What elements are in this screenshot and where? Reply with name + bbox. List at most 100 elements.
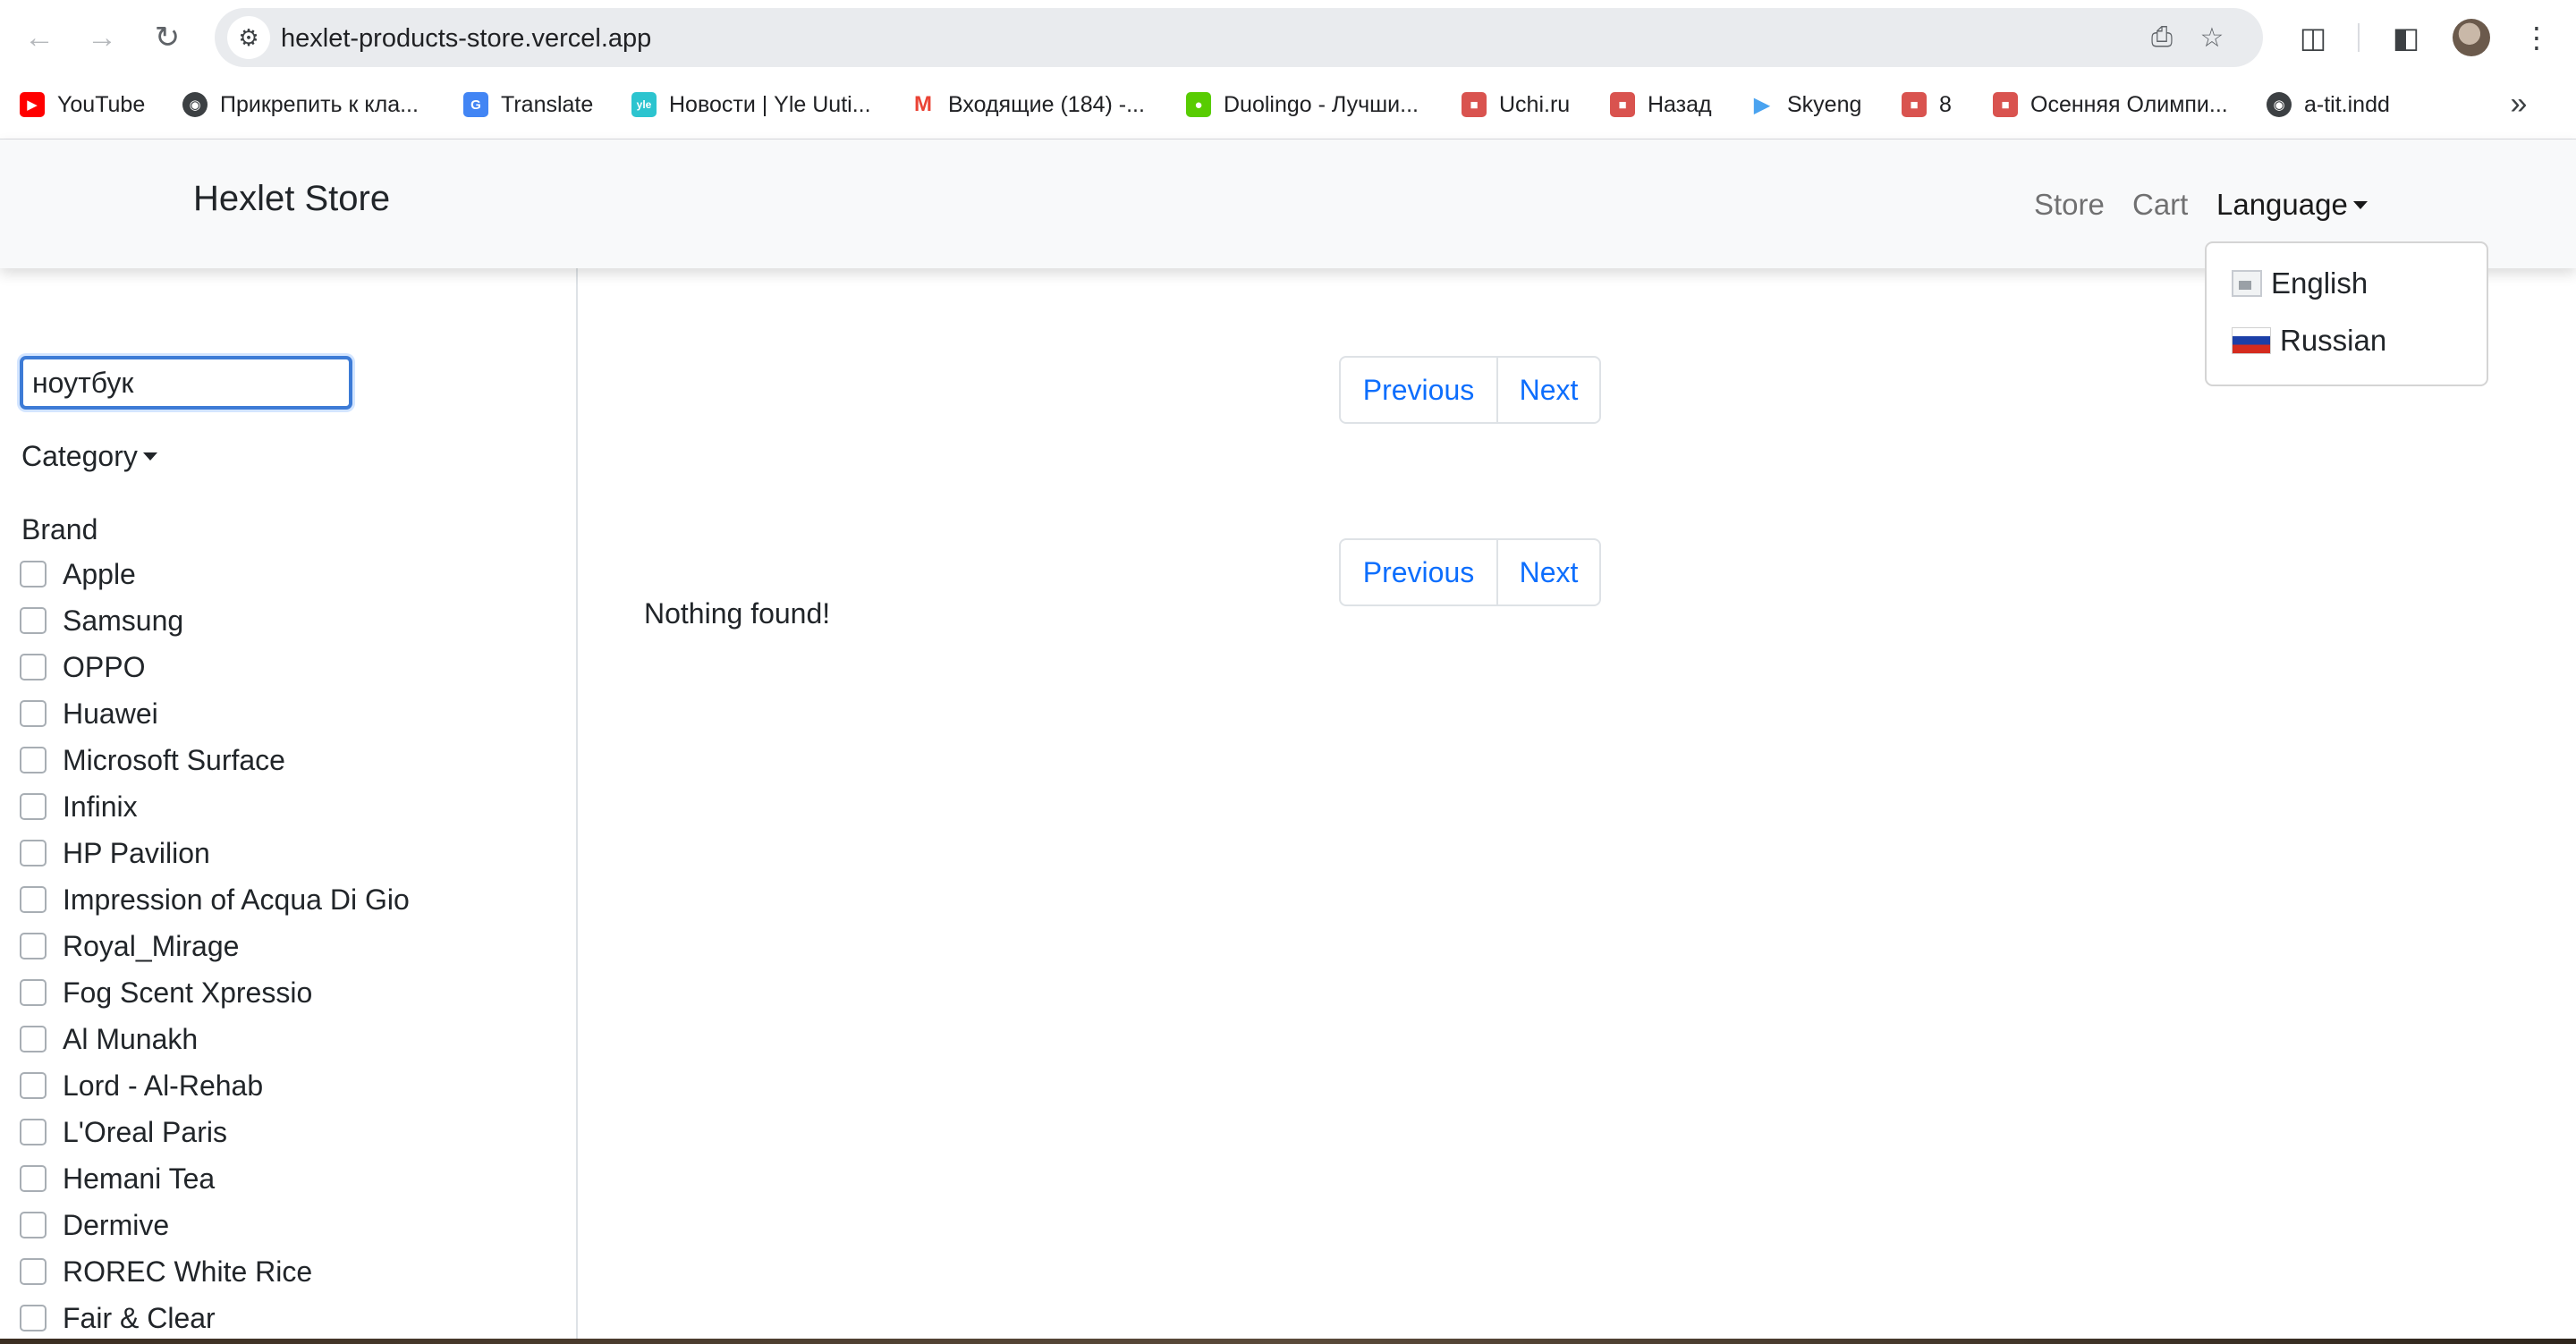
previous-page-button[interactable]: Previous [1341,358,1498,422]
brand-checkbox[interactable] [20,933,47,959]
install-app-icon[interactable]: ⎙ [2143,19,2181,56]
brand-filter-option[interactable]: Al Munakh [20,1019,198,1059]
brand-filter-option[interactable]: Huawei [20,694,158,733]
reload-button[interactable]: ↻ [146,16,189,59]
bookmark-8[interactable]: ■ 8 [1902,82,1952,127]
brand-checkbox[interactable] [20,793,47,820]
bookmark-star-icon[interactable]: ☆ [2193,19,2231,56]
brand-checkbox[interactable] [20,561,47,587]
brand-label: Royal_Mirage [63,929,240,962]
extensions-icon[interactable]: ◫ [2292,16,2334,59]
brand-filter-option[interactable]: HP Pavilion [20,833,210,873]
brand-checkbox[interactable] [20,1026,47,1052]
brand-label: Apple [63,557,136,590]
bookmark-youtube[interactable]: ▶ YouTube [20,82,145,127]
brand-filter-option[interactable]: L'Oreal Paris [20,1112,227,1152]
browser-chrome: ← → ↻ ⚙ hexlet-products-store.vercel.app… [0,0,2576,139]
globe-icon: ◉ [2267,92,2292,117]
brand-filter-option[interactable]: Lord - Al-Rehab [20,1066,263,1105]
uchi-icon: ■ [1993,92,2018,117]
brand-checkbox[interactable] [20,979,47,1006]
brand-checkbox[interactable] [20,1258,47,1285]
toolbar-divider [2358,23,2360,52]
nav-cart-link[interactable]: Cart [2132,188,2188,222]
brand-filter-option[interactable]: Royal_Mirage [20,926,239,966]
bookmark-back[interactable]: ■ Назад [1610,82,1712,127]
brand-checkbox[interactable] [20,1119,47,1145]
brand-checkbox[interactable] [20,700,47,727]
uchi-icon: ■ [1610,92,1635,117]
site-info-icon[interactable]: ⚙ [227,16,270,59]
forward-button[interactable]: → [80,16,123,59]
brand-filter-option[interactable]: Dermive [20,1205,169,1245]
brand-label: Fog Scent Xpressio [63,976,313,1009]
nav-store-link[interactable]: Store [2034,188,2105,222]
brand-label: Fair & Clear [63,1301,216,1334]
brand-label: OPPO [63,650,146,683]
brand-label: Infinix [63,790,138,823]
brand-checkbox[interactable] [20,607,47,634]
language-dropdown-menu: English Russian [2205,241,2488,386]
gmail-icon: M [911,92,936,117]
brand-checkbox[interactable] [20,840,47,866]
menu-kebab-icon[interactable]: ⋮ [2515,16,2558,59]
brand-label: Lord - Al-Rehab [63,1069,264,1102]
back-button[interactable]: ← [18,16,61,59]
toolbar: ← → ↻ ⚙ hexlet-products-store.vercel.app… [0,0,2576,75]
brand-filter-option[interactable]: Impression of Acqua Di Gio [20,880,410,919]
brand-label: Hemani Tea [63,1162,216,1195]
brand-label: Samsung [63,604,184,637]
pagination-top: Previous Next [1339,356,1601,424]
translate-icon: G [463,92,488,117]
skyeng-icon: ▶ [1750,92,1775,117]
brand-checkbox[interactable] [20,1165,47,1192]
duolingo-icon: ● [1186,92,1211,117]
site-navbar: Hexlet Store Store Cart Language [0,139,2576,268]
brand-label: Microsoft Surface [63,743,285,776]
category-dropdown[interactable]: Category [21,440,157,473]
language-option-russian[interactable]: Russian [2232,318,2386,363]
bookmark-skyeng[interactable]: ▶ Skyeng [1750,82,1861,127]
russia-flag-icon [2232,327,2271,354]
uchi-icon: ■ [1462,92,1487,117]
language-dropdown-toggle[interactable]: Language [2216,188,2368,222]
brand-filter-option[interactable]: ROREC White Rice [20,1252,312,1291]
brand-checkbox[interactable] [20,747,47,773]
brand-filter-option[interactable]: Fair & Clear [20,1298,216,1338]
previous-page-button[interactable]: Previous [1341,540,1498,604]
brand-filter-option[interactable]: Infinix [20,787,138,826]
caret-down-icon [2352,201,2368,209]
brand-filter-option[interactable]: OPPO [20,647,145,687]
language-option-english[interactable]: English [2232,261,2368,306]
brand-link[interactable]: Hexlet Store [193,179,390,219]
brand-checkbox[interactable] [20,1072,47,1099]
bookmark-pin[interactable]: ◉ Прикрепить к кла... [182,82,419,127]
bookmark-atit[interactable]: ◉ a-tit.indd [2267,82,2390,127]
search-input[interactable] [20,356,352,410]
brand-filter-option[interactable]: Samsung [20,601,183,640]
bookmark-duolingo[interactable]: ● Duolingo - Лучши... [1186,82,1419,127]
bookmark-yle[interactable]: yle Новости | Yle Uuti... [631,82,871,127]
brand-filter-option[interactable]: Microsoft Surface [20,740,285,780]
bookmark-gmail[interactable]: M Входящие (184) -... [911,82,1145,127]
brand-filter-option[interactable]: Hemani Tea [20,1159,215,1198]
brand-label: Al Munakh [63,1022,199,1055]
bookmark-translate[interactable]: G Translate [463,82,593,127]
brand-checkbox[interactable] [20,1305,47,1331]
brand-filter-option[interactable]: Apple [20,554,136,594]
caret-down-icon [142,452,157,461]
brand-checkbox[interactable] [20,1212,47,1238]
address-bar[interactable]: ⚙ hexlet-products-store.vercel.app ⎙ ☆ [215,8,2263,67]
brand-label: HP Pavilion [63,836,210,869]
next-page-button[interactable]: Next [1498,540,1599,604]
brand-checkbox[interactable] [20,654,47,680]
next-page-button[interactable]: Next [1498,358,1599,422]
brand-filter-option[interactable]: Fog Scent Xpressio [20,973,312,1012]
bookmark-olympiad[interactable]: ■ Осенняя Олимпи... [1993,82,2228,127]
more-bookmarks-icon[interactable]: » [2501,86,2537,122]
profile-avatar[interactable] [2453,19,2490,56]
bookmark-uchi[interactable]: ■ Uchi.ru [1462,82,1570,127]
brand-checkbox[interactable] [20,886,47,913]
desktop-edge [0,1339,2576,1344]
side-panel-icon[interactable]: ◧ [2385,16,2428,59]
